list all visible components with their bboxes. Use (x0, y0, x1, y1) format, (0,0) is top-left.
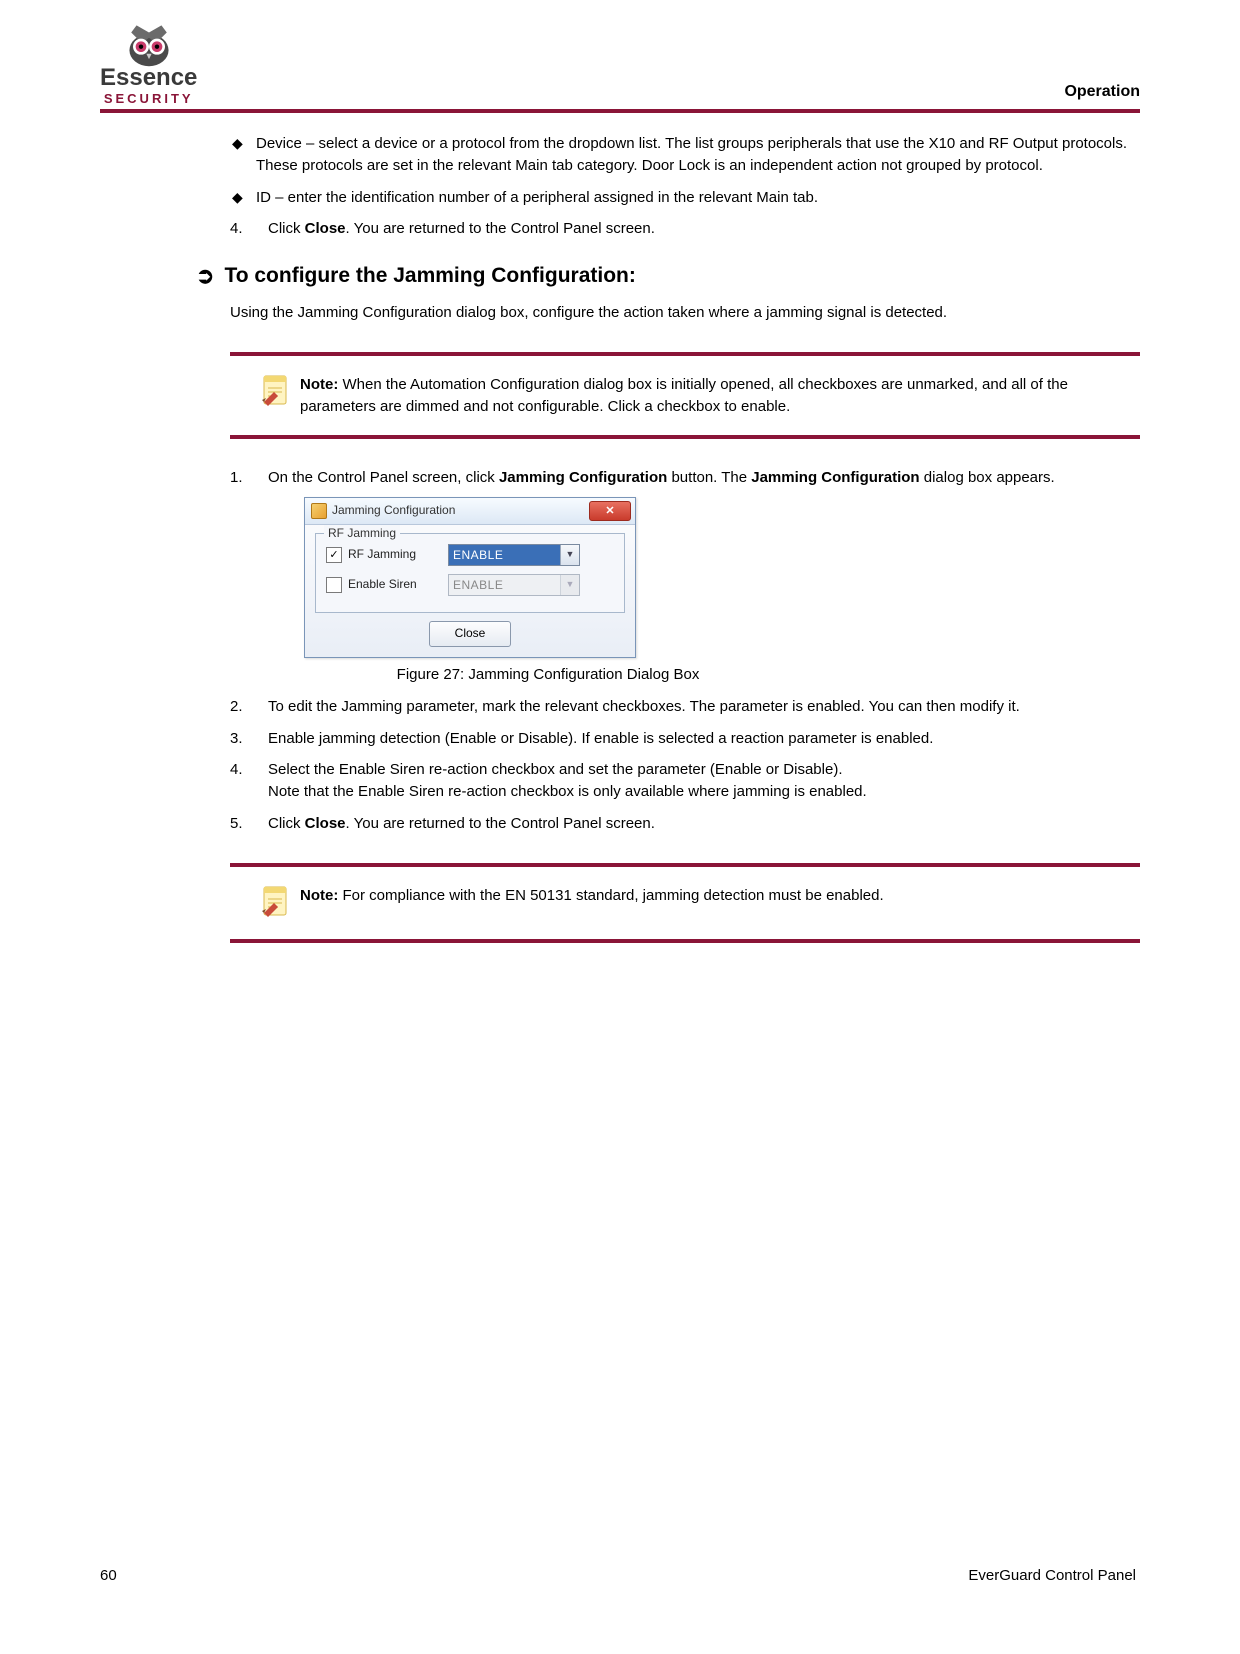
step-text: Click Close. You are returned to the Con… (268, 220, 655, 237)
step-3: 3. Enable jamming detection (Enable or D… (230, 728, 1140, 750)
dropdown-value: ENABLE (449, 545, 560, 565)
page-footer: 60 EverGuard Control Panel (100, 1567, 1136, 1584)
step-2: 2. To edit the Jamming parameter, mark t… (230, 696, 1140, 718)
figure-jamming-dialog: Jamming Configuration ✕ RF Jamming ✓ (304, 497, 1140, 658)
close-icon: ✕ (605, 506, 614, 517)
groupbox-legend: RF Jamming (324, 525, 400, 542)
note-rule-bottom (230, 939, 1140, 943)
note-icon (260, 885, 292, 921)
row-enable-siren: Enable Siren ENABLE ▼ (326, 574, 614, 596)
procedure-title: To configure the Jamming Configuration: (224, 264, 635, 288)
bullet-list: Device – select a device or a protocol f… (230, 133, 1140, 208)
prev-step-4: 4. Click Close. You are returned to the … (230, 218, 1140, 240)
bullet-device: Device – select a device or a protocol f… (256, 133, 1140, 177)
step-5: 5. Click Close. You are returned to the … (230, 813, 1140, 835)
note-icon (260, 374, 292, 410)
step-text: Enable jamming detection (Enable or Disa… (268, 730, 933, 747)
procedure-heading: ➲ To configure the Jamming Configuration… (196, 264, 1140, 288)
enable-siren-checkbox[interactable] (326, 577, 342, 593)
step-number: 3. (230, 728, 258, 750)
section-title: Operation (1064, 83, 1140, 105)
step-text: Select the Enable Siren re-action checkb… (268, 761, 867, 800)
rf-jamming-groupbox: RF Jamming ✓ RF Jamming ENABLE ▼ (315, 533, 625, 613)
page-number: 60 (100, 1567, 117, 1584)
step-number: 1. (230, 467, 258, 489)
dialog-close-button[interactable]: ✕ (589, 501, 631, 521)
step-text: To edit the Jamming parameter, mark the … (268, 698, 1020, 715)
dialog-app-icon (311, 503, 327, 519)
header-divider (100, 109, 1140, 113)
rf-jamming-checkbox[interactable]: ✓ (326, 547, 342, 563)
dialog-title: Jamming Configuration (332, 502, 455, 519)
logo-text: Essence (100, 66, 197, 90)
owl-icon (122, 20, 176, 68)
prev-steps: 4. Click Close. You are returned to the … (230, 218, 1140, 240)
doc-title: EverGuard Control Panel (968, 1567, 1136, 1584)
row-rf-jamming: ✓ RF Jamming ENABLE ▼ (326, 544, 614, 566)
note-rule-bottom (230, 435, 1140, 439)
rf-jamming-dropdown[interactable]: ENABLE ▼ (448, 544, 580, 566)
step-number: 4. (230, 759, 258, 781)
step-number: 4. (230, 218, 258, 240)
step-1: 1. On the Control Panel screen, click Ja… (230, 467, 1140, 686)
figure-caption: Figure 27: Jamming Configuration Dialog … (268, 664, 828, 686)
dropdown-value: ENABLE (449, 575, 560, 595)
step-text: On the Control Panel screen, click Jammi… (268, 469, 1055, 486)
brand-logo: Essence SECURITY (100, 20, 197, 105)
note-text: Note: For compliance with the EN 50131 s… (300, 885, 884, 907)
procedure-steps: 1. On the Control Panel screen, click Ja… (230, 467, 1140, 834)
jamming-config-dialog: Jamming Configuration ✕ RF Jamming ✓ (304, 497, 636, 658)
enable-siren-dropdown: ENABLE ▼ (448, 574, 580, 596)
logo-subtext: SECURITY (104, 92, 194, 105)
step-text: Click Close. You are returned to the Con… (268, 815, 655, 832)
step-number: 5. (230, 813, 258, 835)
enable-siren-label: Enable Siren (348, 576, 448, 593)
arrow-icon: ➲ (196, 265, 214, 287)
step-number: 2. (230, 696, 258, 718)
rf-jamming-label: RF Jamming (348, 546, 448, 563)
step-4: 4. Select the Enable Siren re-action che… (230, 759, 1140, 803)
note-block-1: Note: When the Automation Configuration … (216, 352, 1140, 440)
chevron-down-icon: ▼ (560, 545, 579, 565)
bullet-id: ID – enter the identification number of … (256, 187, 1140, 209)
dialog-titlebar: Jamming Configuration ✕ (305, 498, 635, 525)
dialog-close-btn[interactable]: Close (429, 621, 511, 647)
note-block-2: Note: For compliance with the EN 50131 s… (216, 863, 1140, 943)
chevron-down-icon: ▼ (560, 575, 579, 595)
procedure-intro: Using the Jamming Configuration dialog b… (230, 302, 1140, 324)
note-text: Note: When the Automation Configuration … (300, 374, 1132, 418)
